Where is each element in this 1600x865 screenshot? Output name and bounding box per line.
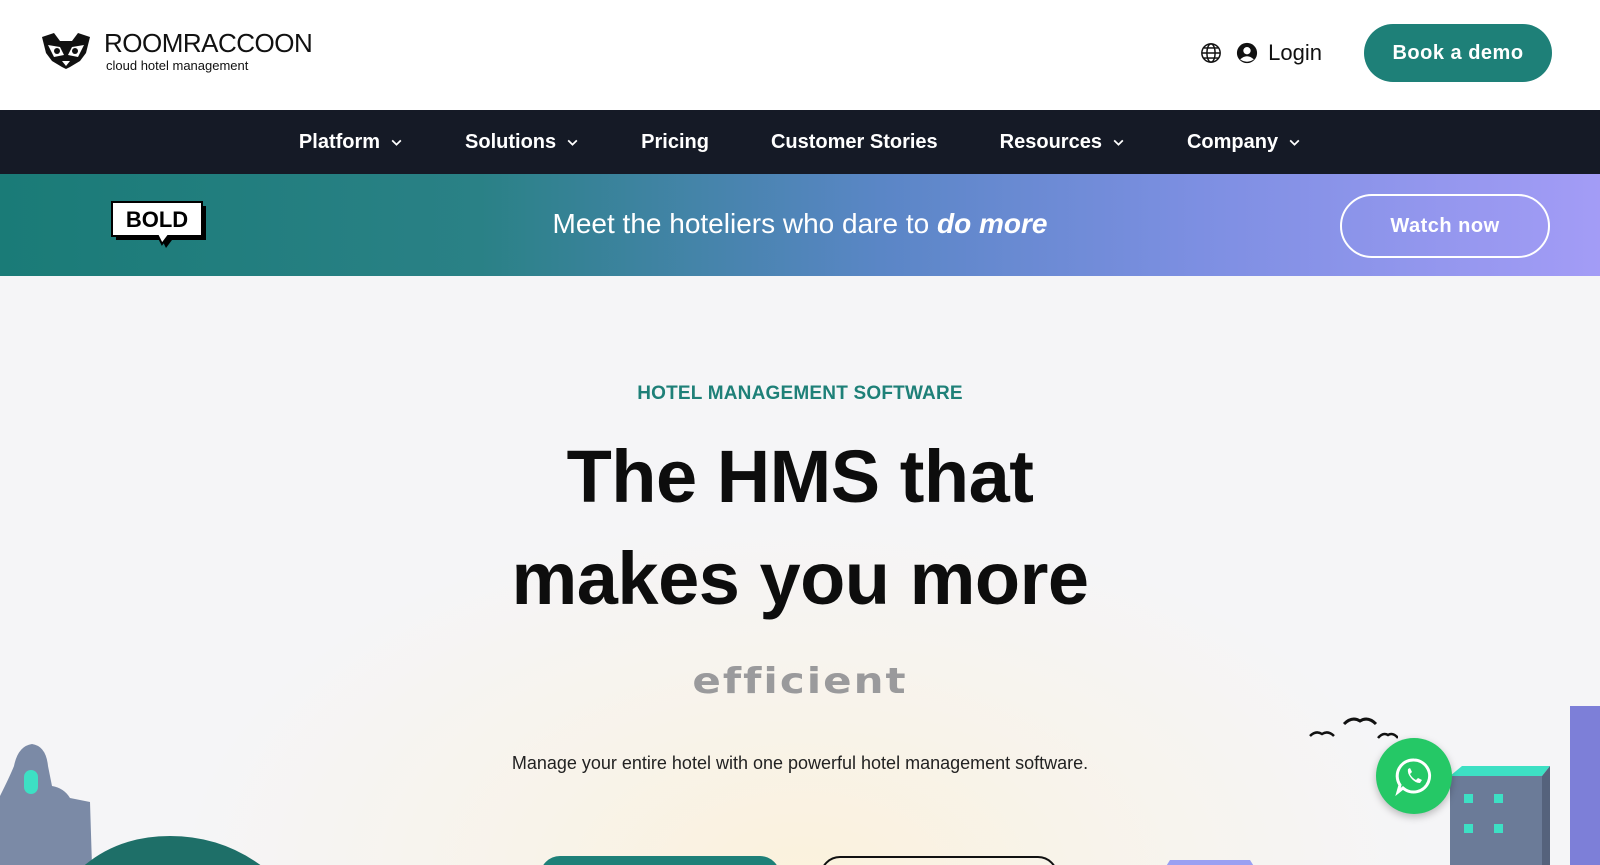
site-header: ROOMRACCOON cloud hotel management Login…: [0, 0, 1600, 110]
banner-text-emphasis: do more: [936, 208, 1048, 239]
nav-item-label: Resources: [999, 130, 1102, 153]
nav-item-label: Company: [1186, 130, 1279, 153]
promo-banner[interactable]: BOLD Meet the hoteliers who dare to do m…: [0, 174, 1600, 276]
chevron-down-icon: [1289, 139, 1300, 146]
hero-eyebrow: HOTEL MANAGEMENT SOFTWARE: [637, 383, 963, 404]
primary-cta-button[interactable]: [540, 856, 780, 865]
nav-item-solutions[interactable]: Solutions: [465, 131, 579, 154]
roomraccoon-logo[interactable]: ROOMRACCOON cloud hotel management: [40, 28, 313, 73]
watch-now-button[interactable]: Watch now: [1340, 194, 1550, 258]
nav-item-pricing[interactable]: Pricing: [641, 131, 709, 154]
hero-headline: The HMS that makes you more: [0, 426, 1600, 630]
hero-subtext: Manage your entire hotel with one powerf…: [511, 753, 1089, 773]
nav-item-label: Platform: [298, 130, 381, 153]
banner-text-lead: Meet the hoteliers who dare to: [552, 208, 937, 239]
main-nav: Platform Solutions Pricing Customer Stor…: [0, 110, 1600, 174]
login-link[interactable]: Login: [1268, 40, 1322, 66]
chevron-down-icon: [391, 139, 402, 146]
building-illustration: [1166, 860, 1254, 865]
logo-tagline: cloud hotel management: [106, 58, 249, 73]
headline-line-1: The HMS that: [566, 435, 1034, 518]
buildings-illustration: [1450, 706, 1600, 865]
nav-item-customer-stories[interactable]: Customer Stories: [771, 131, 938, 154]
hero-section: HOTEL MANAGEMENT SOFTWARE The HMS that m…: [0, 276, 1600, 865]
raccoon-logo-icon: [42, 33, 90, 69]
nav-item-label: Pricing: [641, 130, 709, 153]
user-icon[interactable]: [1236, 42, 1258, 64]
nav-item-resources[interactable]: Resources: [1000, 131, 1125, 154]
logo-name: ROOMRACCOON: [104, 28, 313, 58]
hill-illustration: [84, 836, 261, 865]
book-demo-button[interactable]: Book a demo: [1364, 24, 1552, 82]
rotating-word: efficient: [692, 659, 908, 702]
birds-illustration: [1309, 717, 1398, 739]
whatsapp-icon: [1395, 758, 1432, 796]
chevron-down-icon: [567, 139, 578, 146]
secondary-cta-button[interactable]: [820, 856, 1058, 865]
nav-item-company[interactable]: Company: [1187, 131, 1301, 154]
whatsapp-chat-button[interactable]: [1376, 738, 1452, 814]
nav-item-platform[interactable]: Platform: [299, 131, 403, 154]
nav-item-label: Solutions: [465, 130, 557, 153]
nav-item-label: Customer Stories: [770, 130, 938, 153]
headline-line-2: makes you more: [511, 537, 1089, 620]
chevron-down-icon: [1113, 139, 1124, 146]
globe-icon[interactable]: [1200, 42, 1222, 64]
